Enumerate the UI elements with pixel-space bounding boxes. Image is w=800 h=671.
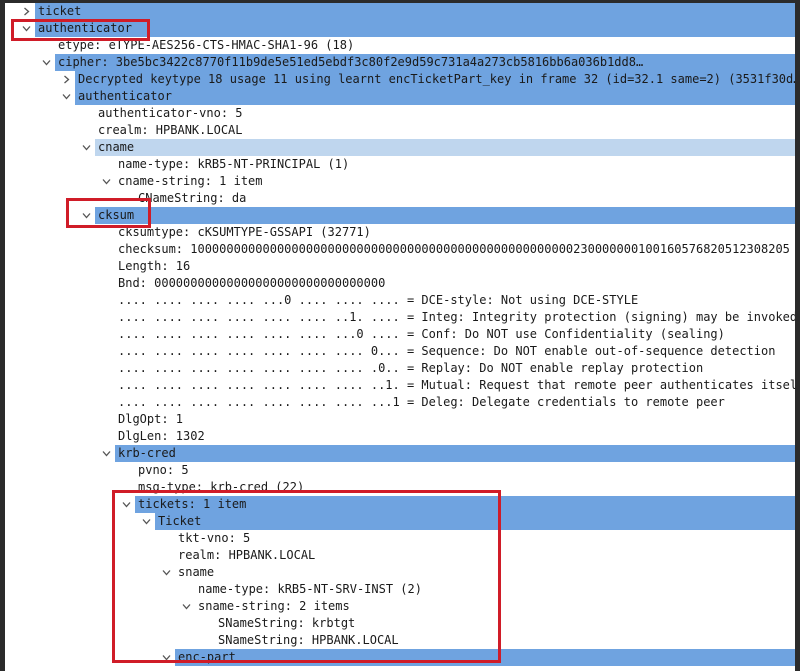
- tree-item-label: authenticator-vno: 5: [98, 106, 243, 120]
- chevron-down-icon[interactable]: [141, 513, 153, 530]
- tree-item-label: cipher: 3be5bc3422c8770f11b9de5e51ed5ebd…: [55, 54, 795, 71]
- tree-row[interactable]: checksum: 100000000000000000000000000000…: [5, 241, 795, 258]
- tree-row[interactable]: cname-string: 1 item: [5, 173, 795, 190]
- tree-row[interactable]: Length: 16: [5, 258, 795, 275]
- tree-row[interactable]: pvno: 5: [5, 462, 795, 479]
- tree-item-label: name-type: kRB5-NT-PRINCIPAL (1): [118, 157, 350, 171]
- tree-row[interactable]: DlgLen: 1302: [5, 428, 795, 445]
- tree-row[interactable]: Ticket: [5, 513, 795, 530]
- chevron-down-icon[interactable]: [101, 445, 113, 462]
- tree-row[interactable]: .... .... .... .... .... .... ..1. .... …: [5, 309, 795, 326]
- chevron-down-icon[interactable]: [181, 598, 193, 615]
- tree-item-label: enc-part: [175, 649, 795, 666]
- chevron-down-icon[interactable]: [61, 88, 73, 105]
- tree-item-label: cname: [95, 139, 795, 156]
- tree-item-label: pvno: 5: [138, 463, 189, 477]
- tree-row[interactable]: authenticator-vno: 5: [5, 105, 795, 122]
- tree-row[interactable]: .... .... .... .... .... .... .... ..1. …: [5, 377, 795, 394]
- tree-row[interactable]: .... .... .... .... .... .... .... .0.. …: [5, 360, 795, 377]
- tree-row[interactable]: tickets: 1 item: [5, 496, 795, 513]
- tree-item-label: .... .... .... .... .... .... ...0 .... …: [118, 327, 725, 341]
- chevron-down-icon[interactable]: [41, 54, 53, 71]
- tree-item-label: CNameString: da: [138, 191, 247, 205]
- tree-row[interactable]: .... .... .... .... .... .... ...0 .... …: [5, 326, 795, 343]
- packet-details-tree[interactable]: ticket authenticator etype: eTYPE-AES256-C…: [5, 3, 795, 671]
- tree-row[interactable]: name-type: kRB5-NT-PRINCIPAL (1): [5, 156, 795, 173]
- tree-item-label: sname-string: 2 items: [198, 599, 350, 613]
- chevron-down-icon[interactable]: [81, 139, 93, 156]
- tree-row[interactable]: authenticator: [5, 20, 795, 37]
- tree-row[interactable]: sname: [5, 564, 795, 581]
- tree-row[interactable]: etype: eTYPE-AES256-CTS-HMAC-SHA1-96 (18…: [5, 37, 795, 54]
- tree-row[interactable]: sname-string: 2 items: [5, 598, 795, 615]
- tree-item-label: etype: eTYPE-AES256-CTS-HMAC-SHA1-96 (18…: [58, 38, 355, 52]
- tree-item-label: crealm: HPBANK.LOCAL: [98, 123, 243, 137]
- tree-item-label: authenticator: [75, 88, 795, 105]
- chevron-down-icon[interactable]: [101, 173, 113, 190]
- tree-row[interactable]: .... .... .... .... .... .... .... 0... …: [5, 343, 795, 360]
- tree-item-label: sname: [178, 565, 215, 579]
- tree-item-label: Bnd: 00000000000000000000000000000000: [118, 276, 386, 290]
- tree-item-label: Decrypted keytype 18 usage 11 using lear…: [75, 71, 795, 88]
- tree-row[interactable]: krb-cred: [5, 445, 795, 462]
- tree-row[interactable]: enc-part: [5, 649, 795, 666]
- tree-row[interactable]: DlgOpt: 1: [5, 411, 795, 428]
- tree-row[interactable]: crealm: HPBANK.LOCAL: [5, 122, 795, 139]
- chevron-down-icon[interactable]: [161, 564, 173, 581]
- tree-item-label: tickets: 1 item: [135, 496, 795, 513]
- tree-row[interactable]: SNameString: krbtgt: [5, 615, 795, 632]
- tree-row[interactable]: cksum: [5, 207, 795, 224]
- tree-row[interactable]: ticket: [5, 3, 795, 20]
- tree-row[interactable]: tkt-vno: 5: [5, 530, 795, 547]
- tree-item-label: .... .... .... .... .... .... .... ...1 …: [118, 395, 725, 409]
- tree-row[interactable]: .... .... .... .... ...0 .... .... .... …: [5, 292, 795, 309]
- tree-item-label: .... .... .... .... .... .... .... ..1. …: [118, 378, 795, 392]
- tree-item-label: cksum: [95, 207, 795, 224]
- tree-item-label: .... .... .... .... .... .... .... .0.. …: [118, 361, 704, 375]
- tree-row[interactable]: .... .... .... .... .... .... .... ...1 …: [5, 394, 795, 411]
- tree-item-label: Ticket: [155, 513, 795, 530]
- tree-item-label: SNameString: HPBANK.LOCAL: [218, 633, 399, 647]
- tree-row[interactable]: realm: HPBANK.LOCAL: [5, 547, 795, 564]
- tree-item-label: DlgOpt: 1: [118, 412, 184, 426]
- chevron-down-icon[interactable]: [121, 496, 133, 513]
- tree-row[interactable]: CNameString: da: [5, 190, 795, 207]
- tree-item-label: authenticator: [35, 20, 795, 37]
- tree-item-label: SNameString: krbtgt: [218, 616, 356, 630]
- tree-row[interactable]: cksumtype: cKSUMTYPE-GSSAPI (32771): [5, 224, 795, 241]
- chevron-right-icon[interactable]: [61, 71, 73, 88]
- tree-item-label: ticket: [35, 3, 795, 20]
- chevron-down-icon[interactable]: [21, 20, 33, 37]
- chevron-right-icon[interactable]: [21, 3, 33, 20]
- tree-item-label: realm: HPBANK.LOCAL: [178, 548, 316, 562]
- tree-item-label: DlgLen: 1302: [118, 429, 205, 443]
- tree-item-label: msg-type: krb-cred (22): [138, 480, 305, 494]
- tree-row[interactable]: cname: [5, 139, 795, 156]
- tree-item-label: krb-cred: [115, 445, 795, 462]
- tree-item-label: Length: 16: [118, 259, 191, 273]
- tree-row[interactable]: name-type: kRB5-NT-SRV-INST (2): [5, 581, 795, 598]
- tree-item-label: cname-string: 1 item: [118, 174, 263, 188]
- chevron-down-icon[interactable]: [161, 649, 173, 666]
- tree-row[interactable]: Bnd: 00000000000000000000000000000000: [5, 275, 795, 292]
- tree-item-label: .... .... .... .... .... .... ..1. .... …: [118, 310, 795, 324]
- tree-row[interactable]: authenticator: [5, 88, 795, 105]
- tree-item-label: name-type: kRB5-NT-SRV-INST (2): [198, 582, 422, 596]
- tree-item-label: .... .... .... .... ...0 .... .... .... …: [118, 293, 639, 307]
- tree-item-label: cksumtype: cKSUMTYPE-GSSAPI (32771): [118, 225, 371, 239]
- tree-row[interactable]: SNameString: HPBANK.LOCAL: [5, 632, 795, 649]
- tree-item-label: tkt-vno: 5: [178, 531, 251, 545]
- tree-item-label: .... .... .... .... .... .... .... 0... …: [118, 344, 776, 358]
- tree-row[interactable]: msg-type: krb-cred (22): [5, 479, 795, 496]
- chevron-down-icon[interactable]: [81, 207, 93, 224]
- tree-row[interactable]: Decrypted keytype 18 usage 11 using lear…: [5, 71, 795, 88]
- tree-row[interactable]: cipher: 3be5bc3422c8770f11b9de5e51ed5ebd…: [5, 54, 795, 71]
- tree-item-label: checksum: 100000000000000000000000000000…: [118, 242, 795, 256]
